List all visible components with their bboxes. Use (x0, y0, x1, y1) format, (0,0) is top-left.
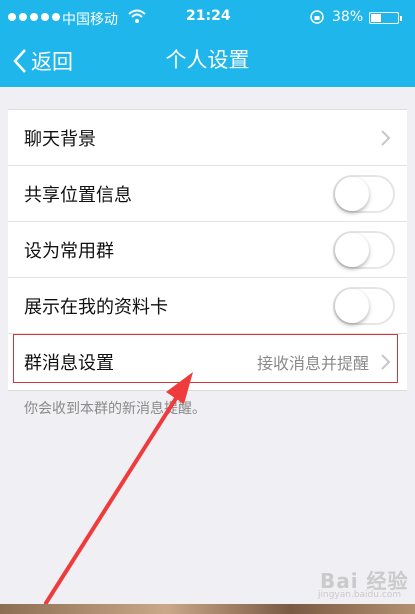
set-common-group-row: 设为常用群 (8, 222, 407, 278)
status-time: 21:24 (186, 8, 231, 24)
show-on-profile-toggle[interactable] (333, 287, 395, 325)
hint-text: 你会收到本群的新消息提醒。 (24, 401, 206, 417)
navigation-bar: 返回 个人设置 (0, 36, 415, 87)
carrier-name: 中国移动 (62, 12, 118, 28)
show-on-profile-row: 展示在我的资料卡 (8, 278, 407, 334)
battery-percentage: 38% (332, 9, 364, 25)
status-bar: 中国移动 21:24 38% (0, 0, 415, 36)
battery-icon (369, 12, 402, 24)
share-location-toggle[interactable] (333, 175, 395, 213)
app-header: 中国移动 21:24 38% 返回 个人设置 (0, 0, 415, 87)
set-common-group-toggle[interactable] (333, 231, 395, 269)
chevron-right-icon (381, 130, 391, 146)
set-common-group-label: 设为常用群 (24, 240, 114, 262)
page-title: 个人设置 (165, 48, 250, 72)
wifi-icon (128, 9, 146, 23)
show-on-profile-label: 展示在我的资料卡 (24, 296, 168, 318)
highlight-box (13, 334, 398, 383)
chat-background-row[interactable]: 聊天背景 (8, 110, 407, 166)
signal-strength-icon (8, 13, 60, 21)
rotation-lock-icon (310, 10, 324, 24)
share-location-label: 共享位置信息 (24, 184, 132, 206)
bottom-photo-strip (0, 604, 415, 614)
watermark-url: jingyan.baidu.com (318, 590, 402, 600)
share-location-row: 共享位置信息 (8, 166, 407, 222)
chat-background-label: 聊天背景 (24, 128, 96, 150)
